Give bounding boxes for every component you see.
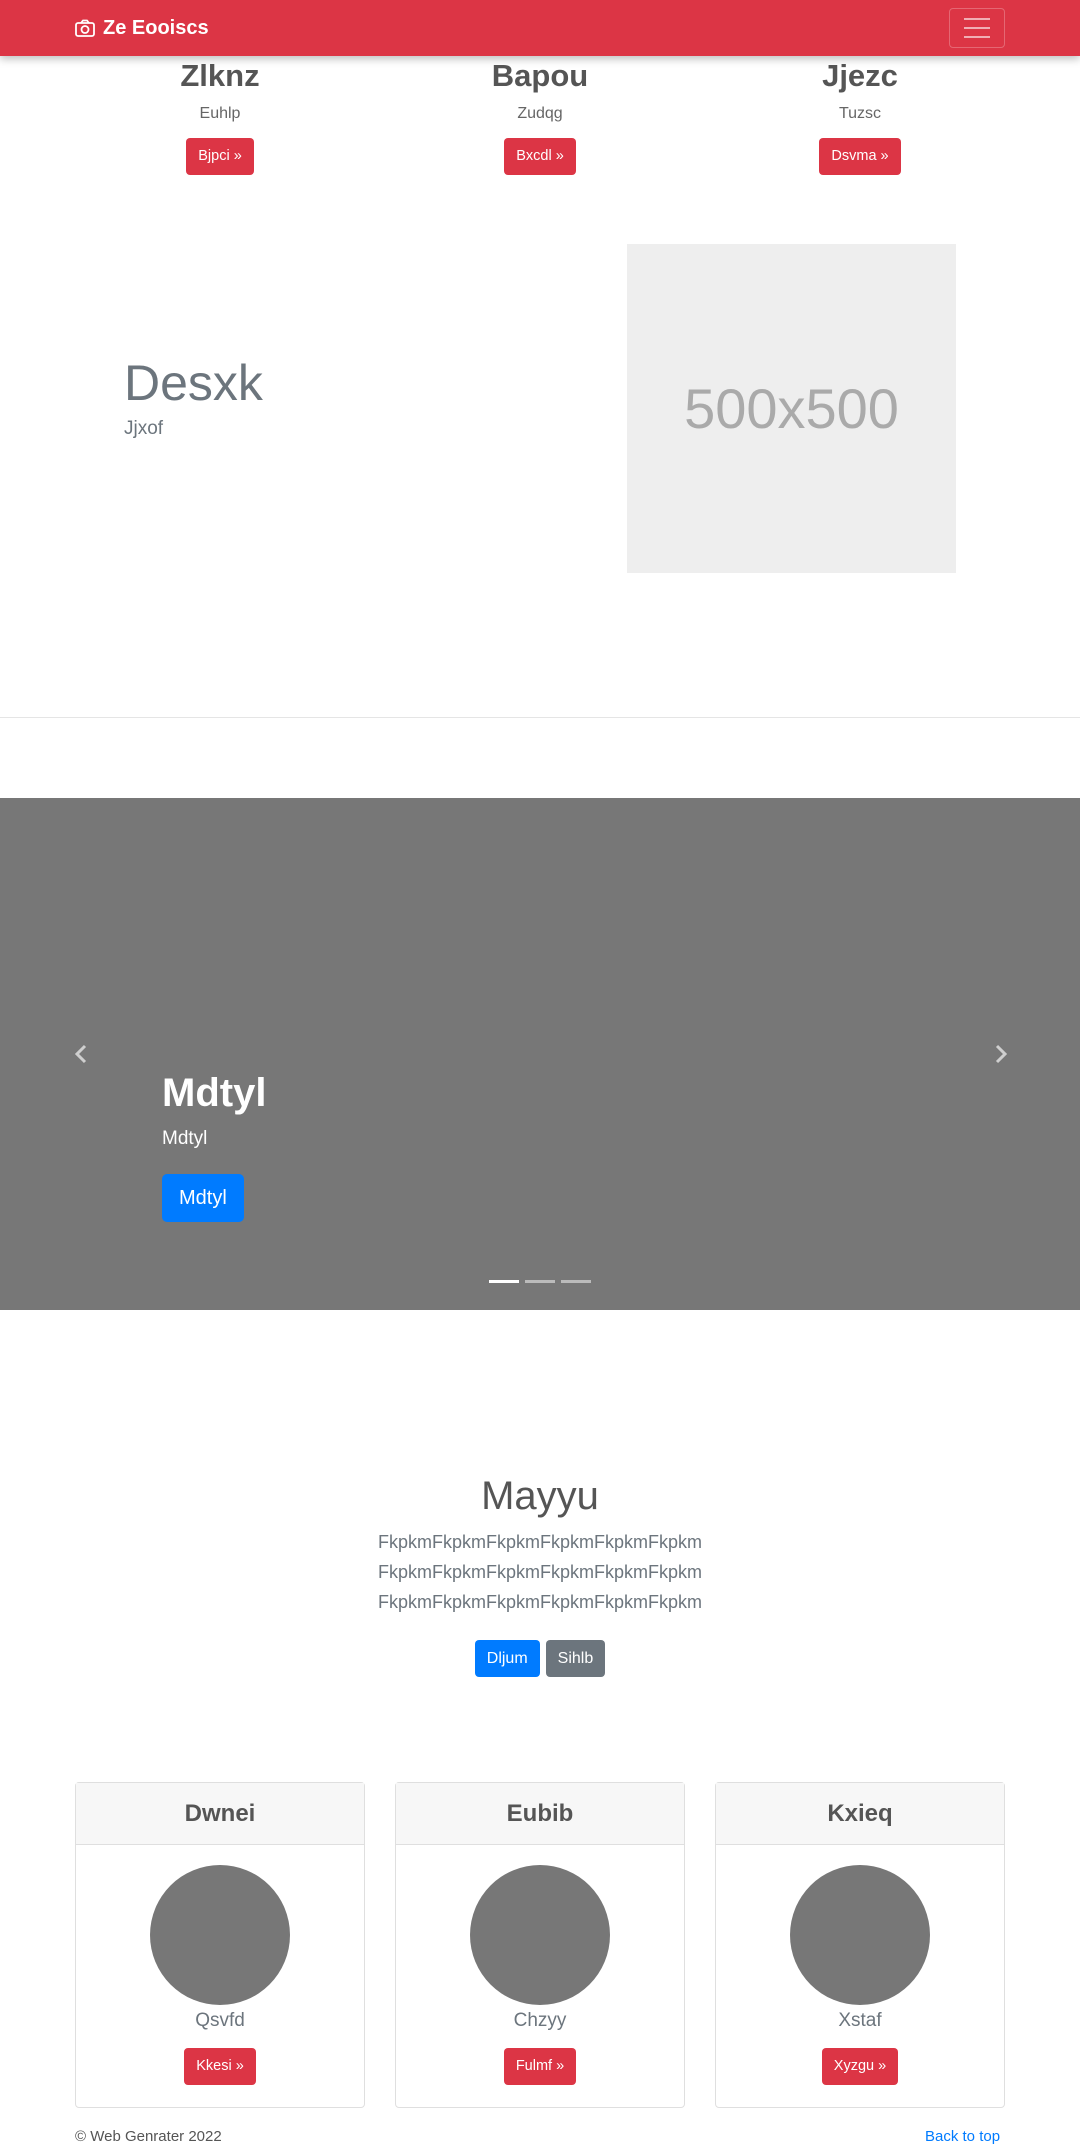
placeholder-image-label: 500x500	[684, 377, 899, 440]
carousel-indicators	[489, 1280, 591, 1283]
column-1: Zlknz Euhlp Bjpci »	[70, 56, 370, 175]
column-text: Zudqg	[517, 105, 563, 122]
carousel-indicator-3[interactable]	[561, 1280, 591, 1283]
carousel-indicator-1[interactable]	[489, 1280, 519, 1283]
column-3: Jjezc Tuzsc Dsvma »	[710, 56, 1010, 175]
avatar	[470, 1865, 610, 2005]
card-2: Eubib Chzyy Fulmf »	[395, 1782, 685, 2108]
brand-name: Ze Eooiscs	[103, 16, 209, 39]
primary-button[interactable]: Dljum	[474, 1640, 540, 1677]
placeholder-image: 500x500	[627, 244, 956, 573]
avatar	[150, 1865, 290, 2005]
feature-subtext: Jjxof	[124, 418, 164, 439]
carousel-caption-text: Mdtyl	[162, 1128, 208, 1149]
secondary-button[interactable]: Sihlb	[545, 1640, 606, 1677]
jumbotron-line: FkpkmFkpkmFkpkmFkpkmFkpkmFkpkm	[378, 1562, 702, 1582]
avatar	[790, 1865, 930, 2005]
jumbotron-title: Mayyu	[481, 1474, 599, 1518]
card-button[interactable]: Fulmf »	[503, 2048, 577, 2085]
card-header: Dwnei	[76, 1783, 364, 1845]
carousel: Mdtyl Mdtyl Mdtyl	[0, 798, 1080, 1310]
card-name: Qsvfd	[195, 2010, 245, 2031]
card-3: Kxieq Xstaf Xyzgu »	[715, 1782, 1005, 2108]
column-button[interactable]: Bjpci »	[186, 138, 254, 175]
column-title: Zlknz	[180, 58, 260, 93]
hamburger-menu-icon	[964, 18, 990, 20]
card-header: Kxieq	[716, 1783, 1004, 1845]
brand-link[interactable]: Ze Eooiscs	[75, 14, 209, 42]
jumbotron-line: FkpkmFkpkmFkpkmFkpkmFkpkmFkpkm	[378, 1592, 702, 1612]
chevron-right-icon[interactable]	[988, 1042, 1012, 1066]
column-text: Euhlp	[199, 105, 241, 122]
navbar-toggler-button[interactable]	[949, 8, 1005, 48]
column-2: Bapou Zudqg Bxcdl »	[390, 56, 690, 175]
back-to-top-link[interactable]: Back to top	[925, 2128, 1000, 2145]
feature-heading: Desxk	[124, 355, 263, 411]
column-title: Bapou	[491, 58, 589, 93]
carousel-indicator-2[interactable]	[525, 1280, 555, 1283]
jumbotron-line: FkpkmFkpkmFkpkmFkpkmFkpkmFkpkm	[378, 1532, 702, 1552]
column-text: Tuzsc	[838, 105, 882, 122]
jumbotron-buttons: Dljum Sihlb	[0, 1640, 1080, 1677]
carousel-caption-title: Mdtyl	[162, 1071, 267, 1115]
navbar: Ze Eooiscs	[0, 0, 1080, 56]
column-title: Jjezc	[822, 58, 898, 93]
column-button[interactable]: Bxcdl »	[504, 138, 576, 175]
carousel-caption-button[interactable]: Mdtyl	[162, 1174, 244, 1222]
divider	[0, 717, 1080, 718]
column-button[interactable]: Dsvma »	[819, 138, 901, 175]
card-button[interactable]: Kkesi »	[184, 2048, 256, 2085]
chevron-left-icon[interactable]	[70, 1042, 94, 1066]
jumbotron-text: FkpkmFkpkmFkpkmFkpkmFkpkmFkpkm FkpkmFkpk…	[340, 1527, 740, 1617]
card-1: Dwnei Qsvfd Kkesi »	[75, 1782, 365, 2108]
card-name: Xstaf	[838, 2010, 882, 2031]
card-button[interactable]: Xyzgu »	[821, 2048, 899, 2085]
card-name: Chzyy	[513, 2010, 567, 2031]
camera-icon	[75, 19, 95, 37]
footer-copyright: © Web Genrater 2022	[75, 2128, 222, 2145]
card-header: Eubib	[396, 1783, 684, 1845]
